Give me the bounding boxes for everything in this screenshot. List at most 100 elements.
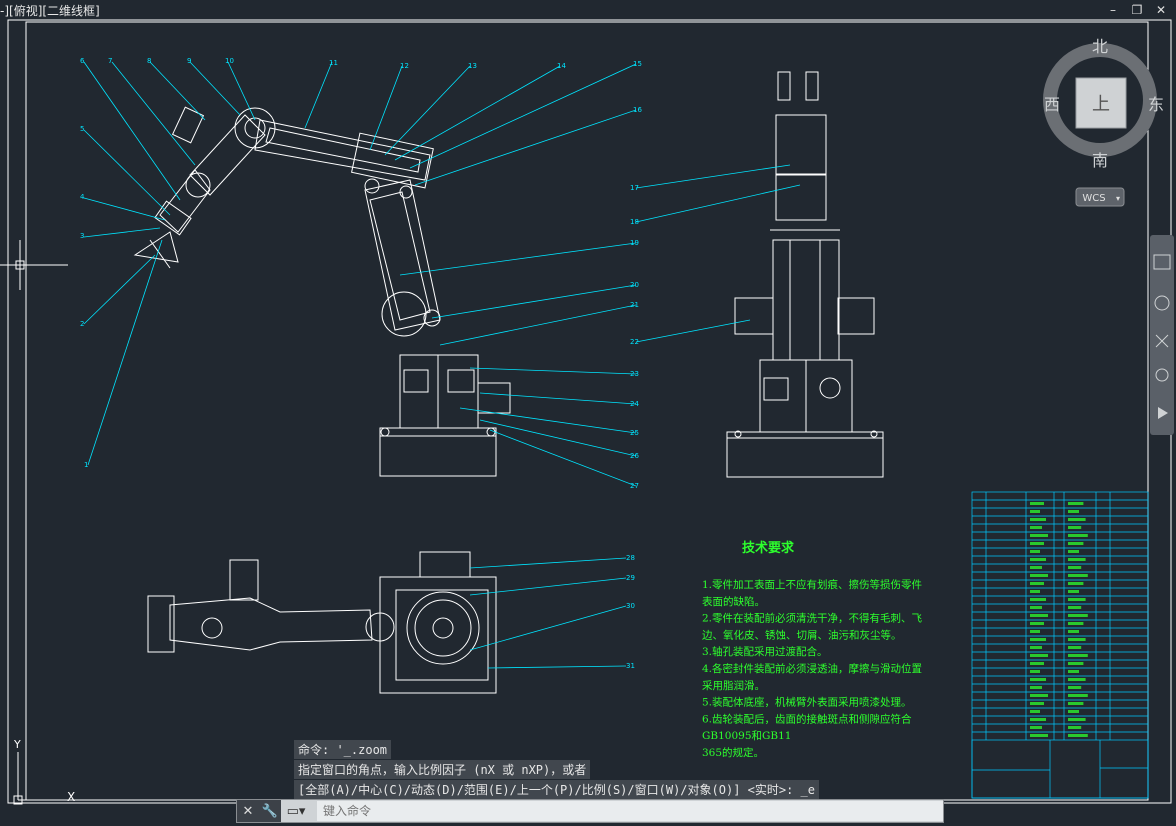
command-history-toggle-icon[interactable]: ▭▾ — [281, 800, 311, 822]
balloon-number: 7 — [108, 57, 112, 65]
ucs-icon — [13, 752, 66, 805]
viewport-label[interactable]: -][俯视][二维线框] — [0, 2, 100, 19]
plan-view-robot — [147, 551, 497, 694]
balloon-number: 30 — [626, 602, 635, 610]
balloon-number: 26 — [630, 452, 639, 460]
balloon-number: 17 — [630, 184, 639, 192]
command-history-line: 命令: '_.zoom — [294, 740, 392, 759]
compass-north[interactable]: 北 — [1092, 37, 1108, 56]
parts-list-entry — [1030, 574, 1048, 577]
balloon-number: 6 — [80, 57, 85, 65]
navigation-bar[interactable] — [1150, 235, 1174, 435]
parts-list-entry — [1068, 590, 1079, 593]
parts-list-entry — [1030, 534, 1048, 537]
inner-border — [25, 21, 1149, 801]
minimize-icon[interactable]: – — [1106, 4, 1120, 16]
customize-wrench-icon[interactable]: 🔧 — [259, 800, 281, 822]
compass-east[interactable]: 东 — [1148, 95, 1164, 114]
parts-list-entry — [1030, 566, 1042, 569]
pan-icon[interactable] — [1154, 295, 1170, 311]
parts-list-entry — [1030, 694, 1048, 697]
parts-list-entry — [1068, 566, 1082, 569]
parts-list-entry — [1068, 686, 1082, 689]
parts-list-entry — [1030, 606, 1042, 609]
restore-icon[interactable]: ❐ — [1130, 4, 1144, 16]
drawing-canvas[interactable]: 6 7 8 9 105432111 12 13 14 151617181920212223242… — [0, 0, 1176, 826]
parts-list-entry — [1068, 678, 1086, 681]
tech-requirement-line: 5.装配体底座，机械臂外表面采用喷漆处理。 — [702, 696, 912, 709]
parts-list-entry — [1030, 734, 1048, 737]
parts-list-entry — [1068, 702, 1084, 705]
parts-list-entry — [1030, 678, 1046, 681]
command-history-line: 指定窗口的角点，输入比例因子 (nX 或 nXP)，或者 — [294, 760, 591, 779]
close-icon[interactable]: ✕ — [1154, 4, 1168, 16]
balloon-number: 23 — [630, 370, 639, 378]
parts-list-entry — [1068, 550, 1079, 553]
balloon-number: 9 — [187, 57, 191, 65]
ucs-x-label: X — [67, 790, 75, 804]
tech-requirement-line: 边、氧化皮、锈蚀、切屑、油污和灰尘等。 — [702, 628, 902, 641]
front-view-robot — [726, 71, 884, 478]
compass-south[interactable]: 南 — [1092, 151, 1108, 170]
parts-list-entry — [1030, 518, 1046, 521]
tech-requirement-line: 3.轴孔装配采用过渡配合。 — [702, 645, 828, 658]
parts-list-entry — [1068, 662, 1084, 665]
balloon-number: 3 — [80, 232, 84, 240]
balloon-number: 1 — [84, 461, 88, 469]
wcs-label: WCS — [1082, 193, 1105, 204]
parts-list-entry — [1030, 646, 1042, 649]
viewcube[interactable]: 北 南 西 东 上 WCS ▾ — [1040, 37, 1170, 208]
balloon-number: 12 — [400, 62, 409, 70]
parts-list-entry — [1030, 558, 1046, 561]
parts-list-entry — [1030, 638, 1046, 641]
tech-requirement-line: 6.齿轮装配后，齿面的接触斑点和侧隙应符合 — [702, 712, 912, 725]
parts-list-entries — [1030, 502, 1088, 737]
balloon-numbers: 6 7 8 9 105432111 12 13 14 151617181920212223242… — [80, 57, 642, 670]
compass-west[interactable]: 西 — [1044, 95, 1060, 114]
parts-list-entry — [1030, 510, 1040, 513]
balloon-number: 8 — [147, 57, 151, 65]
tech-requirement-line: 365的规定。 — [702, 746, 764, 759]
balloon-number: 29 — [626, 574, 635, 582]
close-icon[interactable]: ✕ — [237, 800, 259, 822]
parts-list-entry — [1068, 502, 1084, 505]
orbit-icon[interactable] — [1155, 368, 1169, 382]
tech-requirement-line: 1.零件加工表面上不应有划痕、擦伤等损伤零件 — [702, 578, 922, 591]
parts-list-entry — [1068, 734, 1088, 737]
parts-list-entry — [1068, 598, 1086, 601]
balloon-number: 10 — [225, 57, 234, 65]
balloon-number: 13 — [468, 62, 477, 70]
full-navigation-wheel-icon[interactable] — [1153, 254, 1171, 270]
parts-list-entry — [1068, 710, 1079, 713]
parts-list-entry — [1030, 710, 1040, 713]
chevron-down-icon[interactable]: ▾ — [1116, 194, 1120, 203]
balloon-number: 4 — [80, 193, 85, 201]
parts-list-entry — [1068, 630, 1079, 633]
balloon-number: 14 — [557, 62, 566, 70]
balloon-number: 31 — [626, 662, 635, 670]
command-input[interactable] — [317, 801, 943, 821]
parts-list-entry — [1030, 526, 1042, 529]
parts-list-entry — [1068, 622, 1084, 625]
parts-list-entry — [1068, 670, 1079, 673]
parts-list-entry — [1068, 558, 1086, 561]
parts-list-entry — [1068, 582, 1084, 585]
parts-list-entry — [1030, 542, 1044, 545]
balloon-number: 5 — [80, 125, 84, 133]
balloon-number: 11 — [329, 59, 338, 67]
showmotion-icon[interactable] — [1158, 407, 1168, 419]
side-view-robot — [133, 106, 511, 477]
balloon-number: 28 — [626, 554, 635, 562]
parts-list-entry — [1030, 662, 1044, 665]
parts-list-entry — [1068, 638, 1086, 641]
balloon-number: 16 — [633, 106, 642, 114]
parts-list-entry — [1030, 590, 1040, 593]
parts-list-entry — [1068, 542, 1084, 545]
parts-list-entry — [1068, 574, 1088, 577]
parts-list-entry — [1068, 646, 1082, 649]
command-line-bar[interactable]: ✕ 🔧 ▭▾ — [236, 799, 944, 823]
balloon-number: 27 — [630, 482, 639, 490]
balloon-number: 15 — [633, 60, 642, 68]
parts-list-entry — [1030, 654, 1048, 657]
viewcube-top-label: 上 — [1092, 94, 1110, 115]
